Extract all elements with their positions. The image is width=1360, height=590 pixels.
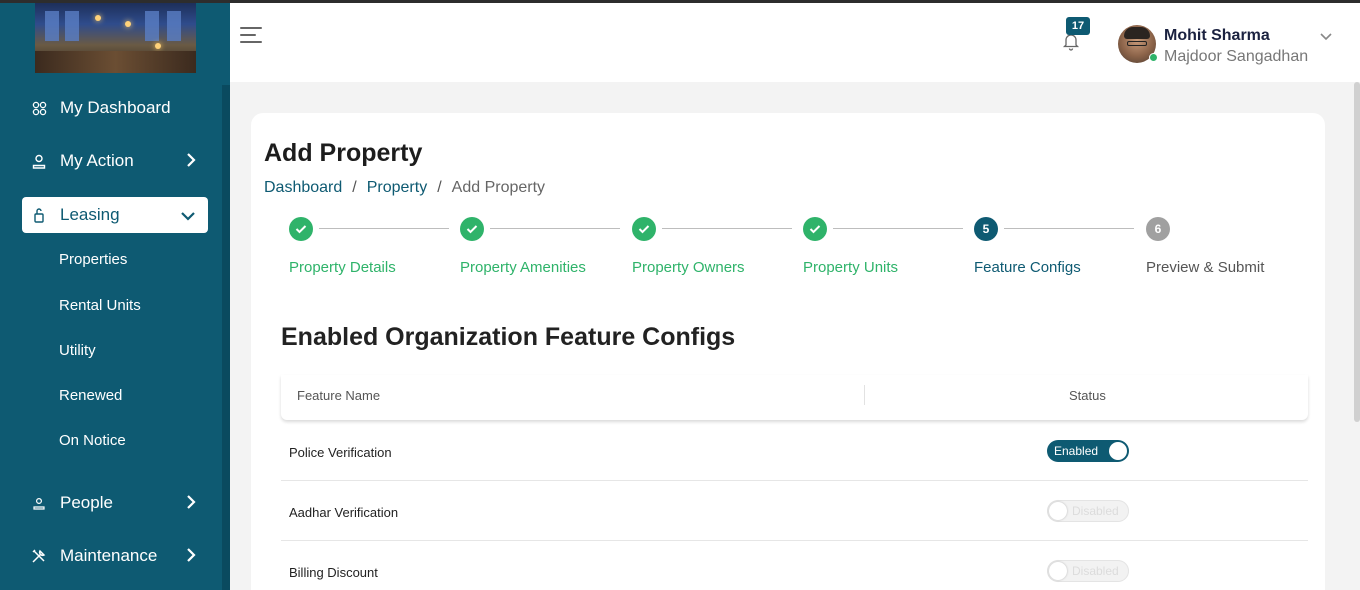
page-scrollbar[interactable] [1354, 82, 1360, 422]
toggle-label: Disabled [1072, 504, 1119, 518]
sidebar: My Dashboard My Action Leasing Propertie… [0, 0, 230, 590]
feature-name: Billing Discount [289, 565, 378, 580]
step-connector [490, 228, 620, 229]
step-label: Property Details [289, 259, 396, 276]
step-connector [662, 228, 792, 229]
toggle-knob [1049, 502, 1067, 520]
breadcrumb-current: Add Property [451, 179, 546, 196]
step-connector [319, 228, 449, 229]
sidebar-subitem-rental-units[interactable]: Rental Units [59, 297, 141, 314]
sidebar-item-label: People [60, 493, 113, 512]
sidebar-subitem-renewed[interactable]: Renewed [59, 387, 122, 404]
sidebar-scrollbar[interactable] [222, 85, 230, 590]
sidebar-subitem-on-notice[interactable]: On Notice [59, 432, 126, 449]
step-label: Property Owners [632, 259, 745, 276]
table-row: Aadhar Verification Disabled [281, 481, 1308, 541]
sidebar-subitem-properties[interactable]: Properties [59, 251, 127, 268]
person-icon [30, 494, 48, 512]
chevron-right-icon [186, 494, 196, 515]
sidebar-item-people[interactable]: People [22, 485, 208, 521]
step-label: Property Units [803, 259, 899, 276]
sidebar-item-label: My Action [60, 151, 134, 170]
toggle-knob [1049, 562, 1067, 580]
chevron-right-icon [186, 152, 196, 173]
user-name[interactable]: Mohit Sharma [1164, 27, 1270, 45]
toggle-label: Enabled [1054, 444, 1099, 458]
tools-icon [30, 547, 48, 565]
notification-count-badge: 17 [1066, 17, 1090, 35]
table-row: Police Verification Enabled [281, 421, 1308, 481]
step-label: Feature Configs [974, 259, 1081, 276]
toggle-knob [1109, 442, 1127, 460]
column-header-feature-name: Feature Name [297, 388, 381, 403]
column-header-status: Status [1069, 388, 1106, 403]
breadcrumb-dashboard-link[interactable]: Dashboard [264, 179, 342, 197]
sidebar-subitem-utility[interactable]: Utility [59, 342, 96, 359]
step-connector [1004, 228, 1134, 229]
user-organization: Majdoor Sangadhan [1164, 48, 1309, 65]
status-toggle[interactable]: Enabled [1047, 440, 1129, 462]
step-connector [833, 228, 963, 229]
step-number-marker: 5 [974, 217, 998, 241]
feature-table-header: Feature Name Status [281, 375, 1308, 420]
feature-name: Aadhar Verification [289, 505, 399, 520]
chevron-down-icon [180, 208, 196, 226]
section-title: Enabled Organization Feature Configs [281, 323, 736, 351]
step-label: Property Amenities [460, 259, 586, 276]
page-title: Add Property [264, 139, 423, 167]
breadcrumb: Dashboard / Property / Add Property [264, 179, 545, 197]
feature-name: Police Verification [289, 445, 392, 460]
menu-toggle-icon[interactable] [240, 27, 262, 43]
toggle-label: Disabled [1072, 564, 1119, 578]
sidebar-item-label: Leasing [60, 205, 120, 224]
user-icon [30, 152, 48, 170]
sidebar-item-maintenance[interactable]: Maintenance [22, 538, 208, 574]
top-header: 17 Mohit Sharma Majdoor Sangadhan [230, 3, 1360, 82]
sidebar-item-label: Maintenance [60, 546, 158, 565]
check-icon [632, 217, 656, 241]
check-icon [289, 217, 313, 241]
status-toggle[interactable]: Disabled [1047, 500, 1129, 522]
status-toggle[interactable]: Disabled [1047, 560, 1129, 582]
check-icon [803, 217, 827, 241]
add-property-card: Add Property Dashboard / Property / Add … [251, 113, 1325, 590]
chevron-right-icon [186, 547, 196, 568]
breadcrumb-property-link[interactable]: Property [367, 179, 427, 197]
sidebar-item-leasing[interactable]: Leasing [22, 197, 208, 233]
online-status-indicator [1149, 53, 1158, 62]
chevron-down-icon[interactable] [1319, 29, 1335, 45]
sidebar-item-my-action[interactable]: My Action [22, 143, 208, 179]
column-divider [864, 385, 865, 405]
check-icon [460, 217, 484, 241]
breadcrumb-separator: / [352, 179, 357, 196]
table-row: Billing Discount Disabled [281, 541, 1308, 590]
sidebar-item-label: My Dashboard [60, 98, 171, 117]
key-icon [30, 206, 48, 224]
sidebar-item-my-dashboard[interactable]: My Dashboard [22, 90, 208, 126]
step-label: Preview & Submit [1146, 259, 1265, 276]
step-number-marker: 6 [1146, 217, 1170, 241]
brand-logo-image[interactable] [35, 3, 196, 73]
window-top-border [0, 0, 1360, 3]
grid-icon [30, 99, 48, 117]
breadcrumb-separator: / [437, 179, 442, 196]
